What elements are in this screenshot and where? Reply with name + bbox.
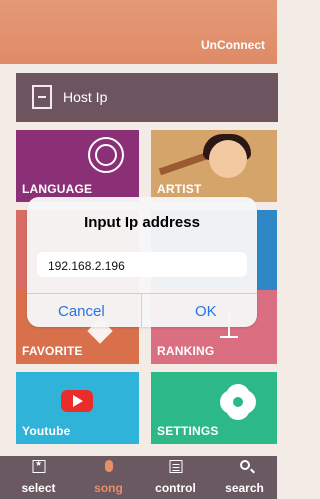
cancel-button[interactable]: Cancel — [58, 303, 105, 320]
ok-button[interactable]: OK — [195, 303, 217, 320]
ip-address-input[interactable]: 192.168.2.196 — [37, 252, 247, 277]
artist-label: ARTIST — [157, 182, 202, 196]
dialog-divider — [27, 293, 257, 294]
language-tile[interactable]: LANGUAGE — [16, 130, 139, 202]
microphone-icon — [104, 460, 113, 472]
host-ip-label: Host Ip — [63, 89, 108, 105]
nav-song-label: song — [94, 481, 123, 495]
app-header: UnConnect — [0, 0, 277, 64]
dialog-button-separator — [141, 293, 142, 327]
search-icon — [239, 460, 250, 470]
dialog-title: Input Ip address — [84, 214, 200, 231]
bottom-navigation: select song control search — [0, 456, 277, 499]
ranking-label: RANKING — [157, 344, 215, 358]
youtube-icon — [61, 390, 93, 412]
ip-address-dialog: Input Ip address 192.168.2.196 Cancel OK — [27, 197, 257, 327]
youtube-label: Youtube — [22, 424, 71, 438]
control-icon — [169, 460, 182, 473]
select-icon — [32, 459, 45, 473]
settings-label: SETTINGS — [157, 424, 219, 438]
nav-control[interactable]: control — [141, 456, 210, 499]
youtube-tile[interactable]: Youtube — [16, 372, 139, 444]
language-label: LANGUAGE — [22, 182, 93, 196]
host-ip-icon — [32, 85, 52, 109]
artist-tile[interactable]: ARTIST — [151, 130, 277, 202]
nav-search[interactable]: search — [210, 456, 279, 499]
connection-status: UnConnect — [201, 38, 265, 52]
nav-select[interactable]: select — [4, 456, 73, 499]
nav-search-label: search — [225, 481, 264, 495]
globe-icon — [88, 137, 124, 173]
artist-face — [209, 140, 247, 178]
nav-song[interactable]: song — [74, 456, 143, 499]
gear-icon — [224, 388, 252, 416]
nav-select-label: select — [21, 481, 56, 495]
favorite-label: FAVORITE — [22, 344, 83, 358]
host-ip-row[interactable]: Host Ip — [16, 73, 278, 122]
nav-control-label: control — [155, 481, 196, 495]
settings-tile[interactable]: SETTINGS — [151, 372, 277, 444]
